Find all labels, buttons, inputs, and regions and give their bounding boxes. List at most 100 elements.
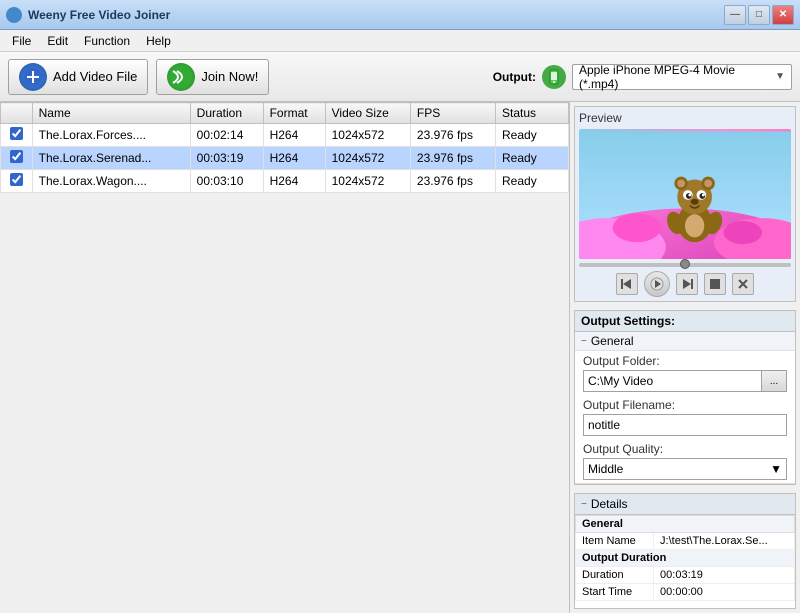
row1-checkbox[interactable]	[10, 127, 23, 140]
row2-checkbox[interactable]	[10, 150, 23, 163]
close-player-button[interactable]	[732, 273, 754, 295]
folder-input[interactable]	[583, 370, 761, 392]
output-section: Output: Apple iPhone MPEG-4 Movie (*.mp4…	[493, 64, 792, 90]
title-controls: — □ ✕	[724, 5, 794, 25]
menu-edit[interactable]: Edit	[39, 32, 76, 50]
collapse-general-icon[interactable]: −	[581, 336, 587, 347]
details-item-name-row: Item Name J:\test\The.Lorax.Se...	[576, 533, 795, 550]
row1-name: The.Lorax.Forces....	[32, 124, 190, 147]
col-duration: Duration	[190, 103, 263, 124]
row3-name: The.Lorax.Wagon....	[32, 170, 190, 193]
collapse-details-icon[interactable]: −	[581, 499, 587, 510]
row3-checkbox[interactable]	[10, 173, 23, 186]
output-label: Output:	[493, 70, 536, 84]
filename-label: Output Filename:	[583, 398, 787, 412]
preview-label: Preview	[579, 111, 791, 125]
right-panel: Preview	[570, 102, 800, 613]
add-icon	[19, 63, 47, 91]
row3-duration: 00:03:10	[190, 170, 263, 193]
toolbar: Add Video File Join Now! Output: Apple i…	[0, 52, 800, 102]
col-fps: FPS	[410, 103, 495, 124]
row2-duration: 00:03:19	[190, 147, 263, 170]
quality-row: Output Quality: Middle ▼	[575, 439, 795, 483]
row1-size: 1024x572	[325, 124, 410, 147]
preview-video	[579, 129, 791, 259]
col-size: Video Size	[325, 103, 410, 124]
details-start-time-row: Start Time 00:00:00	[576, 584, 795, 601]
file-panel: Name Duration Format Video Size FPS Stat…	[0, 102, 570, 613]
details-label: Details	[591, 497, 628, 511]
prev-button[interactable]	[616, 273, 638, 295]
details-item-name-value: J:\test\The.Lorax.Se...	[654, 533, 795, 550]
minimize-button[interactable]: —	[724, 5, 746, 25]
join-now-button[interactable]: Join Now!	[156, 59, 269, 95]
quality-value: Middle	[588, 462, 623, 476]
row3-fps: 23.976 fps	[410, 170, 495, 193]
row2-size: 1024x572	[325, 147, 410, 170]
general-section-label: General	[591, 334, 634, 348]
output-settings: Output Settings: − General Output Folder…	[574, 310, 796, 485]
row1-duration: 00:02:14	[190, 124, 263, 147]
row3-check-cell[interactable]	[1, 170, 33, 193]
maximize-button[interactable]: □	[748, 5, 770, 25]
table-row[interactable]: The.Lorax.Forces.... 00:02:14 H264 1024x…	[1, 124, 569, 147]
row3-size: 1024x572	[325, 170, 410, 193]
details-table: General Item Name J:\test\The.Lorax.Se..…	[575, 515, 795, 601]
output-settings-header: Output Settings:	[575, 311, 795, 332]
details-general-header: General	[576, 516, 795, 533]
add-video-button[interactable]: Add Video File	[8, 59, 148, 95]
row1-check-cell[interactable]	[1, 124, 33, 147]
row3-status: Ready	[496, 170, 569, 193]
app-icon	[6, 7, 22, 23]
menu-bar: File Edit Function Help	[0, 30, 800, 52]
preview-controls	[579, 271, 791, 297]
preview-seekbar[interactable]	[579, 263, 791, 267]
filename-row: Output Filename:	[575, 395, 795, 439]
filename-input[interactable]	[583, 414, 787, 436]
folder-browse-button[interactable]: ...	[761, 370, 787, 392]
next-button[interactable]	[676, 273, 698, 295]
table-row[interactable]: The.Lorax.Wagon.... 00:03:10 H264 1024x5…	[1, 170, 569, 193]
col-check	[1, 103, 33, 124]
table-row[interactable]: The.Lorax.Serenad... 00:03:19 H264 1024x…	[1, 147, 569, 170]
row2-check-cell[interactable]	[1, 147, 33, 170]
folder-row: Output Folder: ...	[575, 351, 795, 395]
close-button[interactable]: ✕	[772, 5, 794, 25]
col-status: Status	[496, 103, 569, 124]
row2-status: Ready	[496, 147, 569, 170]
general-section-header: − General	[575, 332, 795, 351]
details-start-time-label: Start Time	[576, 584, 654, 601]
table-header-row: Name Duration Format Video Size FPS Stat…	[1, 103, 569, 124]
seek-handle[interactable]	[680, 259, 690, 269]
output-duration-label: Output Duration	[582, 552, 666, 564]
row1-fps: 23.976 fps	[410, 124, 495, 147]
menu-file[interactable]: File	[4, 32, 39, 50]
folder-label: Output Folder:	[583, 354, 787, 368]
stop-button[interactable]	[704, 273, 726, 295]
window-title: Weeny Free Video Joiner	[28, 8, 170, 22]
add-video-label: Add Video File	[53, 69, 137, 84]
row1-format: H264	[263, 124, 325, 147]
details-duration-value: 00:03:19	[654, 567, 795, 584]
row2-fps: 23.976 fps	[410, 147, 495, 170]
quality-dropdown-arrow-icon: ▼	[770, 462, 782, 476]
menu-help[interactable]: Help	[138, 32, 179, 50]
row3-format: H264	[263, 170, 325, 193]
details-general-label: General	[582, 518, 623, 530]
play-button[interactable]	[644, 271, 670, 297]
quality-dropdown[interactable]: Middle ▼	[583, 458, 787, 480]
output-duration-header: Output Duration	[576, 550, 795, 567]
menu-function[interactable]: Function	[76, 32, 138, 50]
file-table: Name Duration Format Video Size FPS Stat…	[0, 102, 569, 193]
phone-icon	[542, 65, 566, 89]
col-name: Name	[32, 103, 190, 124]
col-format: Format	[263, 103, 325, 124]
title-bar: Weeny Free Video Joiner — □ ✕	[0, 0, 800, 30]
details-start-time-value: 00:00:00	[654, 584, 795, 601]
details-duration-label: Duration	[576, 567, 654, 584]
title-bar-left: Weeny Free Video Joiner	[6, 7, 170, 23]
row1-status: Ready	[496, 124, 569, 147]
output-format-dropdown[interactable]: Apple iPhone MPEG-4 Movie (*.mp4) ▼	[572, 64, 792, 90]
details-scroll[interactable]: General Item Name J:\test\The.Lorax.Se..…	[575, 515, 795, 601]
details-section: − Details General Item Name	[574, 493, 796, 609]
